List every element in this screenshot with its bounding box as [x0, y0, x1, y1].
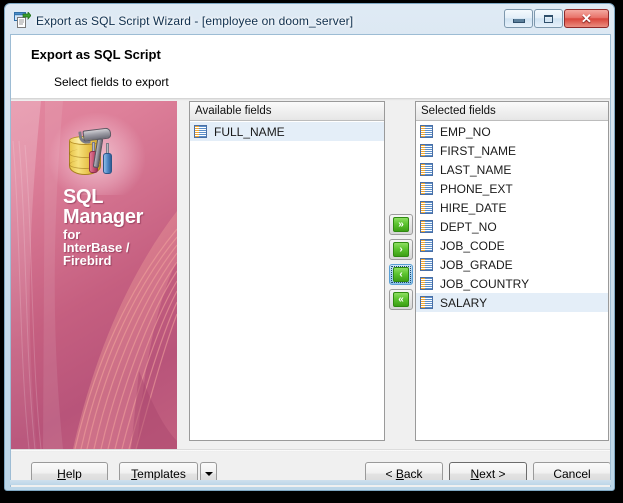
- back-button-label: < Back: [385, 467, 422, 481]
- list-item[interactable]: DEPT_NO: [416, 217, 608, 236]
- transfer-button-group: » › ‹ «: [389, 214, 413, 314]
- list-item-label: HIRE_DATE: [440, 200, 507, 215]
- page-title: Export as SQL Script: [31, 47, 161, 62]
- logo-line-firebird: Firebird: [63, 253, 112, 269]
- chevron-right-icon: ›: [393, 242, 409, 257]
- double-chevron-right-icon: »: [393, 217, 409, 232]
- field-table-icon: [420, 258, 433, 271]
- list-item[interactable]: JOB_GRADE: [416, 255, 608, 274]
- field-table-icon: [420, 220, 433, 233]
- list-item-label: JOB_GRADE: [440, 257, 513, 272]
- list-item-label: JOB_CODE: [440, 238, 505, 253]
- field-table-icon: [420, 163, 433, 176]
- list-item-label: JOB_COUNTRY: [440, 276, 530, 291]
- next-mnemonic: N: [470, 466, 480, 481]
- logo-line-sql: SQL: [63, 186, 104, 208]
- logo-line-interbase: InterBase /: [63, 240, 130, 256]
- help-mnemonic: H: [57, 466, 66, 481]
- field-table-icon: [420, 144, 433, 157]
- list-item-label: FULL_NAME: [214, 124, 285, 139]
- list-item-label: DEPT_NO: [440, 219, 497, 234]
- window-frame: Export as SQL Script Wizard - [employee …: [4, 3, 615, 491]
- export-document-icon: [14, 11, 32, 29]
- logo-line-manager: Manager: [63, 206, 144, 229]
- next-button-label: Next >: [470, 467, 505, 481]
- double-chevron-left-icon: «: [393, 292, 409, 307]
- branding-panel: SQL Manager for InterBase / Firebird: [11, 101, 177, 449]
- back-pre: <: [385, 466, 396, 481]
- back-rest: ack: [403, 466, 423, 481]
- window-client-area: Export as SQL Script Select fields to ex…: [10, 34, 611, 487]
- available-fields-items[interactable]: FULL_NAME: [190, 121, 384, 141]
- field-table-icon: [420, 125, 433, 138]
- window-title: Export as SQL Script Wizard - [employee …: [36, 13, 354, 28]
- field-table-icon: [194, 125, 207, 138]
- wizard-body: SQL Manager for InterBase / Firebird Ava…: [11, 101, 610, 487]
- window-bottom-edge: [10, 480, 611, 485]
- back-mnemonic: B: [395, 466, 404, 481]
- list-item-label: FIRST_NAME: [440, 143, 517, 158]
- available-fields-header: Available fields: [190, 102, 384, 121]
- maximize-icon: [544, 14, 553, 23]
- list-item[interactable]: FULL_NAME: [190, 122, 384, 141]
- list-item[interactable]: LAST_NAME: [416, 160, 608, 179]
- list-item[interactable]: JOB_CODE: [416, 236, 608, 255]
- close-button[interactable]: ✕: [564, 9, 609, 28]
- wizard-header: Export as SQL Script Select fields to ex…: [11, 35, 610, 98]
- list-item-label: PHONE_EXT: [440, 181, 513, 196]
- list-item[interactable]: EMP_NO: [416, 122, 608, 141]
- minimize-icon: [512, 19, 525, 23]
- page-subtitle: Select fields to export: [54, 75, 169, 89]
- templates-button-label: Templates: [131, 467, 186, 481]
- close-icon: ✕: [581, 11, 592, 26]
- available-fields-list[interactable]: Available fields FULL_NAME: [189, 101, 385, 441]
- templates-rest: emplates: [137, 466, 186, 481]
- list-item-label: LAST_NAME: [440, 162, 512, 177]
- list-item-label: EMP_NO: [440, 124, 491, 139]
- field-table-icon: [420, 277, 433, 290]
- field-table-icon: [420, 239, 433, 252]
- chevron-down-icon: [204, 471, 213, 476]
- help-rest: elp: [65, 466, 82, 481]
- title-bar[interactable]: Export as SQL Script Wizard - [employee …: [10, 7, 611, 34]
- logo-line-for: for: [63, 226, 81, 242]
- chevron-left-icon: ‹: [393, 267, 409, 282]
- field-table-icon: [420, 296, 433, 309]
- selected-fields-list[interactable]: Selected fields EMP_NO FIRST_NAME LAST_NAM…: [415, 101, 609, 441]
- cancel-button-label: Cancel: [553, 466, 591, 481]
- list-item[interactable]: PHONE_EXT: [416, 179, 608, 198]
- next-rest: ext >: [479, 466, 506, 481]
- minimize-button[interactable]: [504, 9, 533, 28]
- move-all-left-button[interactable]: «: [389, 289, 413, 310]
- list-item[interactable]: HIRE_DATE: [416, 198, 608, 217]
- list-item[interactable]: FIRST_NAME: [416, 141, 608, 160]
- list-item-label: SALARY: [440, 295, 488, 310]
- database-tools-icon: [49, 113, 145, 195]
- move-left-button[interactable]: ‹: [389, 264, 413, 285]
- selected-fields-header: Selected fields: [416, 102, 608, 121]
- selected-fields-items[interactable]: EMP_NO FIRST_NAME LAST_NAME PHONE_EXT HIRE_D…: [416, 121, 608, 312]
- help-button-label: Help: [57, 467, 82, 481]
- move-right-button[interactable]: ›: [389, 239, 413, 260]
- field-table-icon: [420, 201, 433, 214]
- move-all-right-button[interactable]: »: [389, 214, 413, 235]
- list-item[interactable]: JOB_COUNTRY: [416, 274, 608, 293]
- window-controls: ✕: [504, 9, 609, 28]
- field-table-icon: [420, 182, 433, 195]
- product-logo: SQL Manager for InterBase / Firebird: [49, 113, 173, 269]
- maximize-button[interactable]: [534, 9, 563, 28]
- list-item[interactable]: SALARY: [416, 293, 608, 312]
